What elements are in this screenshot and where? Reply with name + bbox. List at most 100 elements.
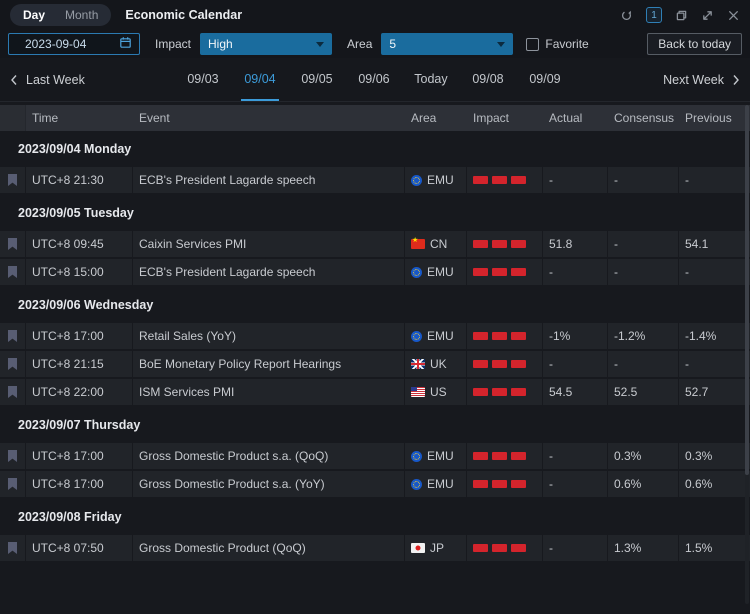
event-row[interactable]: UTC+8 21:15BoE Monetary Policy Report He… — [0, 351, 750, 377]
event-area: EMU — [405, 259, 467, 285]
area-select[interactable]: 5 — [381, 33, 513, 55]
event-title: ECB's President Lagarde speech — [133, 259, 405, 285]
impact-label: Impact — [155, 37, 191, 51]
chevron-down-icon — [316, 42, 324, 47]
tab-day[interactable]: Day — [14, 6, 54, 24]
previous-value: 54.1 — [679, 231, 750, 257]
bookmark-icon[interactable] — [8, 266, 17, 278]
impact-bar — [473, 268, 488, 276]
impact-level — [467, 231, 543, 257]
day-tab-0903[interactable]: 09/03 — [174, 58, 231, 101]
day-tab-0905[interactable]: 09/05 — [288, 58, 345, 101]
bookmark-icon[interactable] — [8, 386, 17, 398]
column-header-time: Time — [26, 105, 133, 131]
event-title: Gross Domestic Product (QoQ) — [133, 535, 405, 561]
event-time: UTC+8 07:50 — [26, 535, 133, 561]
impact-level — [467, 351, 543, 377]
consensus-value: 52.5 — [608, 379, 679, 405]
event-row[interactable]: UTC+8 07:50Gross Domestic Product (QoQ)J… — [0, 535, 750, 561]
event-area: EMU — [405, 323, 467, 349]
bookmark-cell — [0, 471, 26, 497]
event-title: ISM Services PMI — [133, 379, 405, 405]
day-tab-0904[interactable]: 09/04 — [231, 58, 288, 101]
expand-icon[interactable] — [701, 9, 714, 22]
date-picker[interactable]: 2023-09-04 — [8, 33, 140, 55]
last-week-button[interactable]: Last Week — [10, 73, 85, 87]
back-to-today-button[interactable]: Back to today — [647, 33, 742, 55]
impact-select[interactable]: High — [200, 33, 332, 55]
restore-window-icon[interactable] — [675, 9, 688, 22]
impact-bar — [492, 480, 507, 488]
impact-level — [467, 443, 543, 469]
consensus-value: 1.3% — [608, 535, 679, 561]
actual-value: - — [543, 471, 608, 497]
bookmark-icon[interactable] — [8, 330, 17, 342]
uk-flag-icon — [411, 359, 425, 369]
event-row[interactable]: UTC+8 17:00Gross Domestic Product s.a. (… — [0, 471, 750, 497]
event-row[interactable]: UTC+8 15:00ECB's President Lagarde speec… — [0, 259, 750, 285]
event-area: UK — [405, 351, 467, 377]
bookmark-icon[interactable] — [8, 358, 17, 370]
consensus-value: - — [608, 259, 679, 285]
day-tab-0909[interactable]: 09/09 — [516, 58, 573, 101]
day-tab-0908[interactable]: 09/08 — [459, 58, 516, 101]
bookmark-icon[interactable] — [8, 542, 17, 554]
column-header-consensus: Consensus — [608, 105, 679, 131]
impact-level — [467, 471, 543, 497]
bookmark-cell — [0, 535, 26, 561]
actual-value: - — [543, 351, 608, 377]
date-group-header: 2023/09/08 Friday — [0, 499, 750, 535]
event-title: ECB's President Lagarde speech — [133, 167, 405, 193]
bookmark-icon[interactable] — [8, 238, 17, 250]
bookmark-cell — [0, 379, 26, 405]
event-time: UTC+8 17:00 — [26, 471, 133, 497]
bookmark-icon[interactable] — [8, 174, 17, 186]
chevron-right-icon — [732, 74, 740, 86]
close-icon[interactable] — [727, 9, 740, 22]
previous-value: -1.4% — [679, 323, 750, 349]
impact-bar — [511, 332, 526, 340]
area-code: EMU — [427, 329, 454, 343]
next-week-button[interactable]: Next Week — [663, 73, 740, 87]
event-title: Gross Domestic Product s.a. (QoQ) — [133, 443, 405, 469]
impact-bar — [473, 240, 488, 248]
bookmark-cell — [0, 443, 26, 469]
area-code: US — [430, 385, 447, 399]
bookmark-column-header — [0, 105, 26, 131]
bookmark-cell — [0, 167, 26, 193]
event-row[interactable]: UTC+8 22:00ISM Services PMIUS54.552.552.… — [0, 379, 750, 405]
consensus-value: -1.2% — [608, 323, 679, 349]
bookmark-cell — [0, 351, 26, 377]
area-code: CN — [430, 237, 447, 251]
impact-bar — [473, 176, 488, 184]
scrollbar-thumb[interactable] — [745, 105, 749, 475]
event-row[interactable]: UTC+8 17:00Gross Domestic Product s.a. (… — [0, 443, 750, 469]
impact-level — [467, 379, 543, 405]
layout-1-icon[interactable]: 1 — [646, 7, 662, 23]
event-time: UTC+8 22:00 — [26, 379, 133, 405]
day-tab-0906[interactable]: 09/06 — [345, 58, 402, 101]
impact-bar — [492, 360, 507, 368]
favorite-checkbox[interactable] — [526, 38, 539, 51]
event-area: US — [405, 379, 467, 405]
impact-bar — [492, 240, 507, 248]
emu-flag-icon — [411, 267, 422, 278]
column-header-previous: Previous — [679, 105, 750, 131]
bookmark-icon[interactable] — [8, 450, 17, 462]
event-title: Retail Sales (YoY) — [133, 323, 405, 349]
consensus-value: - — [608, 167, 679, 193]
event-time: UTC+8 09:45 — [26, 231, 133, 257]
emu-flag-icon — [411, 479, 422, 490]
tab-month[interactable]: Month — [56, 6, 107, 24]
event-row[interactable]: UTC+8 09:45Caixin Services PMICN51.8-54.… — [0, 231, 750, 257]
actual-value: - — [543, 535, 608, 561]
event-row[interactable]: UTC+8 21:30ECB's President Lagarde speec… — [0, 167, 750, 193]
impact-bar — [511, 360, 526, 368]
refresh-icon[interactable] — [620, 9, 633, 22]
impact-bar — [473, 544, 488, 552]
bookmark-icon[interactable] — [8, 478, 17, 490]
day-tab-today[interactable]: Today — [402, 58, 459, 101]
column-header-actual: Actual — [543, 105, 608, 131]
event-row[interactable]: UTC+8 17:00Retail Sales (YoY)EMU-1%-1.2%… — [0, 323, 750, 349]
consensus-value: - — [608, 351, 679, 377]
